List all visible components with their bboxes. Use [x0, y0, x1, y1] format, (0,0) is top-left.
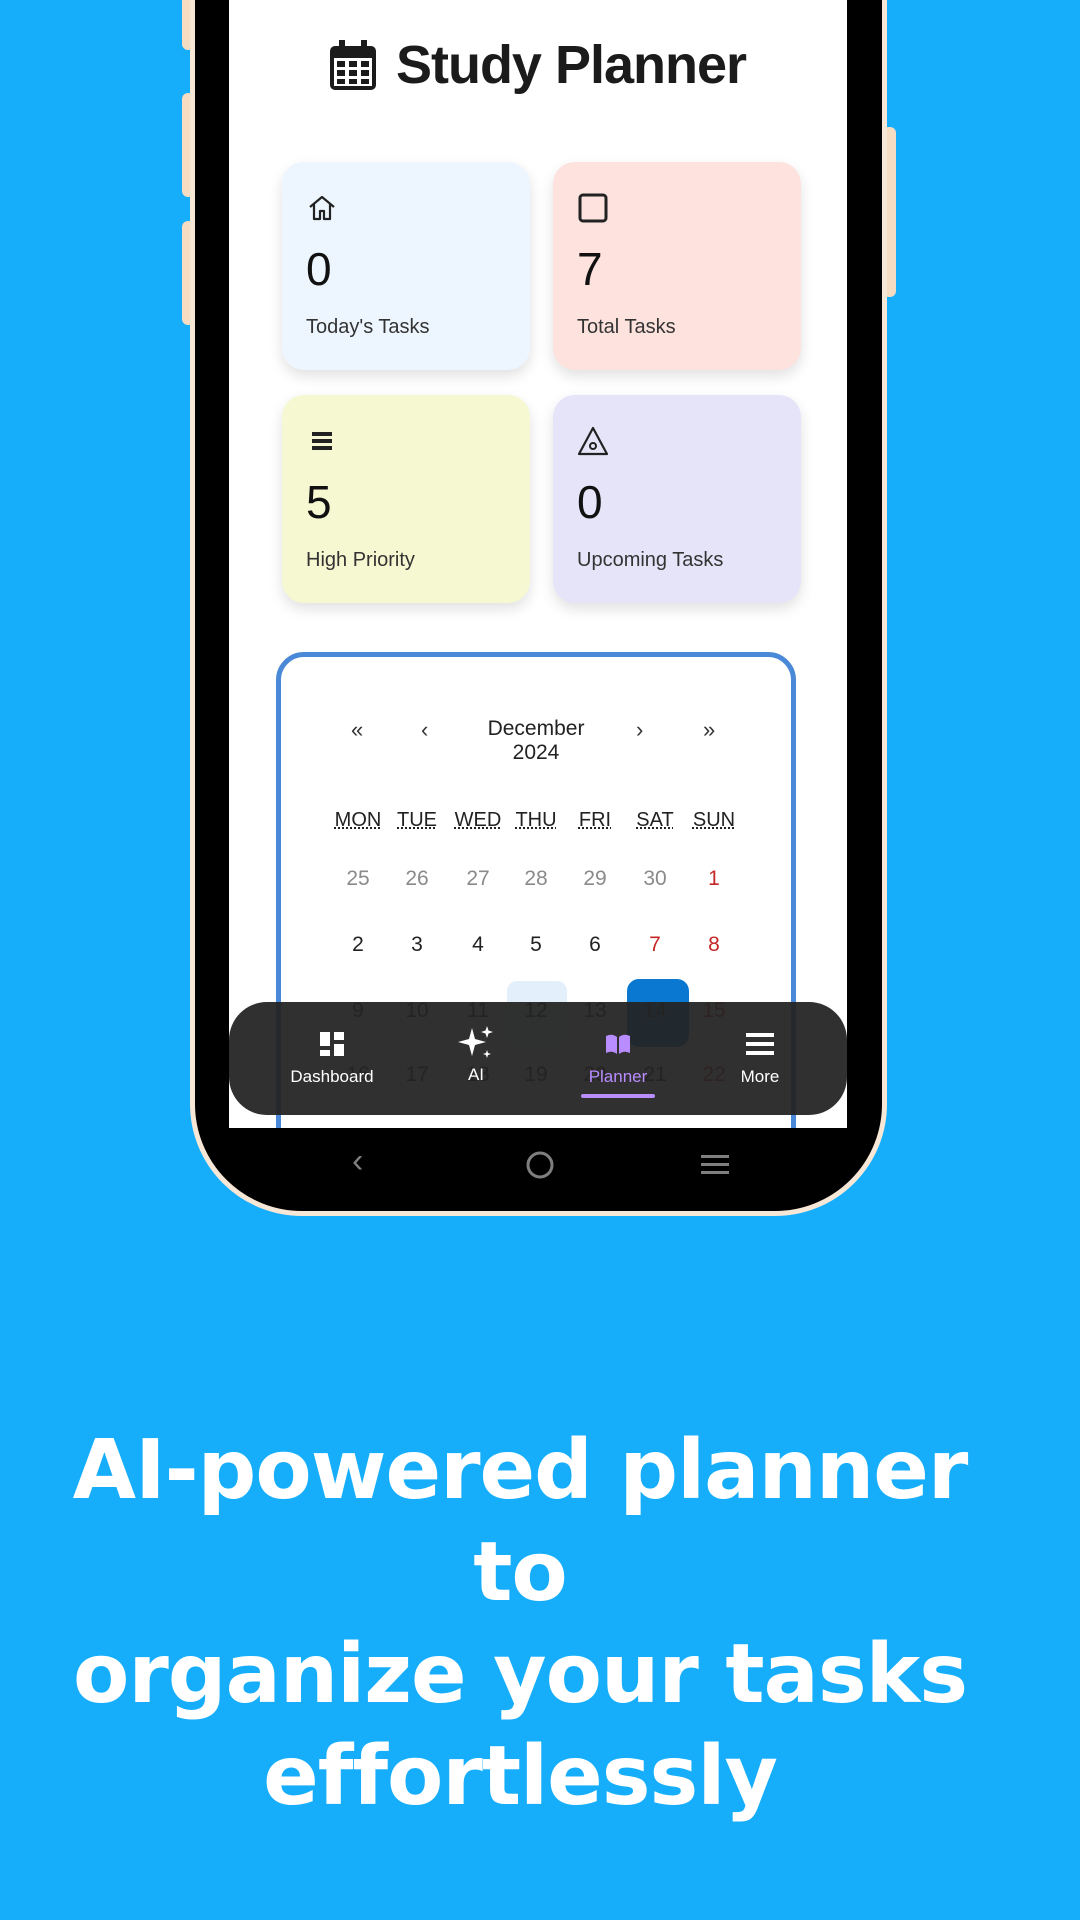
weekday-mon: MON — [334, 809, 382, 831]
calendar-day[interactable]: 1 — [684, 867, 744, 891]
calendar-day[interactable]: 7 — [625, 933, 685, 957]
caption-line-1: AI-powered planner to — [72, 1423, 969, 1620]
stat-card-high-priority[interactable]: 5 High Priority — [282, 395, 530, 603]
system-navigation-bar: ‹ — [190, 1128, 887, 1198]
warning-icon — [577, 426, 609, 456]
bottom-navigation: Dashboard AI Planner More — [229, 1002, 847, 1115]
calendar-day[interactable]: 25 — [328, 867, 388, 891]
tab-planner[interactable]: Planner — [563, 1030, 673, 1087]
weekday-tue: TUE — [397, 809, 437, 831]
weekday-sat: SAT — [636, 809, 674, 831]
menu-icon — [746, 1033, 774, 1055]
home-icon — [309, 195, 335, 221]
app-screen: Study Planner 0 Today's Tasks 7 Total Ta… — [229, 0, 847, 1128]
calendar-day[interactable]: 28 — [506, 867, 566, 891]
stat-value: 0 — [577, 476, 603, 528]
back-icon[interactable]: ‹ — [352, 1144, 363, 1178]
calendar-day[interactable]: 27 — [448, 867, 508, 891]
caption-line-2: organize your tasks — [72, 1627, 968, 1722]
square-icon — [578, 193, 608, 223]
calendar-day[interactable]: 3 — [387, 933, 447, 957]
promo-caption: AI-powered planner to organize your task… — [20, 1420, 1020, 1828]
caption-line-3: effortlessly — [263, 1729, 778, 1824]
weekday-wed: WED — [454, 809, 502, 831]
calendar-day[interactable]: 2 — [328, 933, 388, 957]
calendar-day[interactable]: 26 — [387, 867, 447, 891]
stat-label: Upcoming Tasks — [577, 549, 724, 571]
next-year-button[interactable]: » — [703, 717, 715, 743]
stat-value: 0 — [306, 243, 332, 295]
tab-label: Dashboard — [290, 1067, 374, 1086]
book-icon — [606, 1034, 630, 1054]
calendar-year: 2024 — [512, 741, 560, 764]
home-button-icon[interactable] — [525, 1150, 555, 1180]
calendar-day[interactable]: 29 — [565, 867, 625, 891]
page-title: Study Planner — [229, 34, 847, 96]
tab-label: AI — [467, 1065, 485, 1084]
next-month-button[interactable]: › — [636, 717, 643, 743]
stat-label: Today's Tasks — [306, 316, 430, 338]
recents-icon[interactable] — [700, 1152, 730, 1178]
stat-value: 5 — [306, 476, 332, 528]
calendar-icon — [329, 40, 376, 90]
sparkles-icon — [458, 1026, 493, 1058]
tab-ai[interactable]: AI — [421, 1024, 531, 1085]
tab-label: More — [740, 1067, 780, 1086]
stat-label: High Priority — [306, 549, 415, 571]
tab-dashboard[interactable]: Dashboard — [277, 1030, 387, 1087]
weekday-fri: FRI — [578, 809, 612, 831]
stat-card-total-tasks[interactable]: 7 Total Tasks — [553, 162, 801, 370]
calendar-day[interactable]: 8 — [684, 933, 744, 957]
stat-value: 7 — [577, 243, 603, 295]
calendar-day[interactable]: 30 — [625, 867, 685, 891]
active-tab-indicator — [581, 1094, 655, 1098]
tab-more[interactable]: More — [705, 1030, 815, 1087]
calendar-day[interactable]: 5 — [506, 933, 566, 957]
calendar-day[interactable]: 4 — [448, 933, 508, 957]
calendar-day[interactable]: 6 — [565, 933, 625, 957]
stat-label: Total Tasks — [577, 316, 676, 338]
dashboard-icon — [320, 1032, 344, 1056]
tab-label: Planner — [588, 1067, 648, 1086]
stat-card-todays-tasks[interactable]: 0 Today's Tasks — [282, 162, 530, 370]
weekday-thu: THU — [515, 809, 557, 831]
weekday-sun: SUN — [692, 809, 736, 831]
list-icon — [312, 432, 332, 450]
app-title-text: Study Planner — [395, 35, 747, 95]
stat-card-upcoming-tasks[interactable]: 0 Upcoming Tasks — [553, 395, 801, 603]
